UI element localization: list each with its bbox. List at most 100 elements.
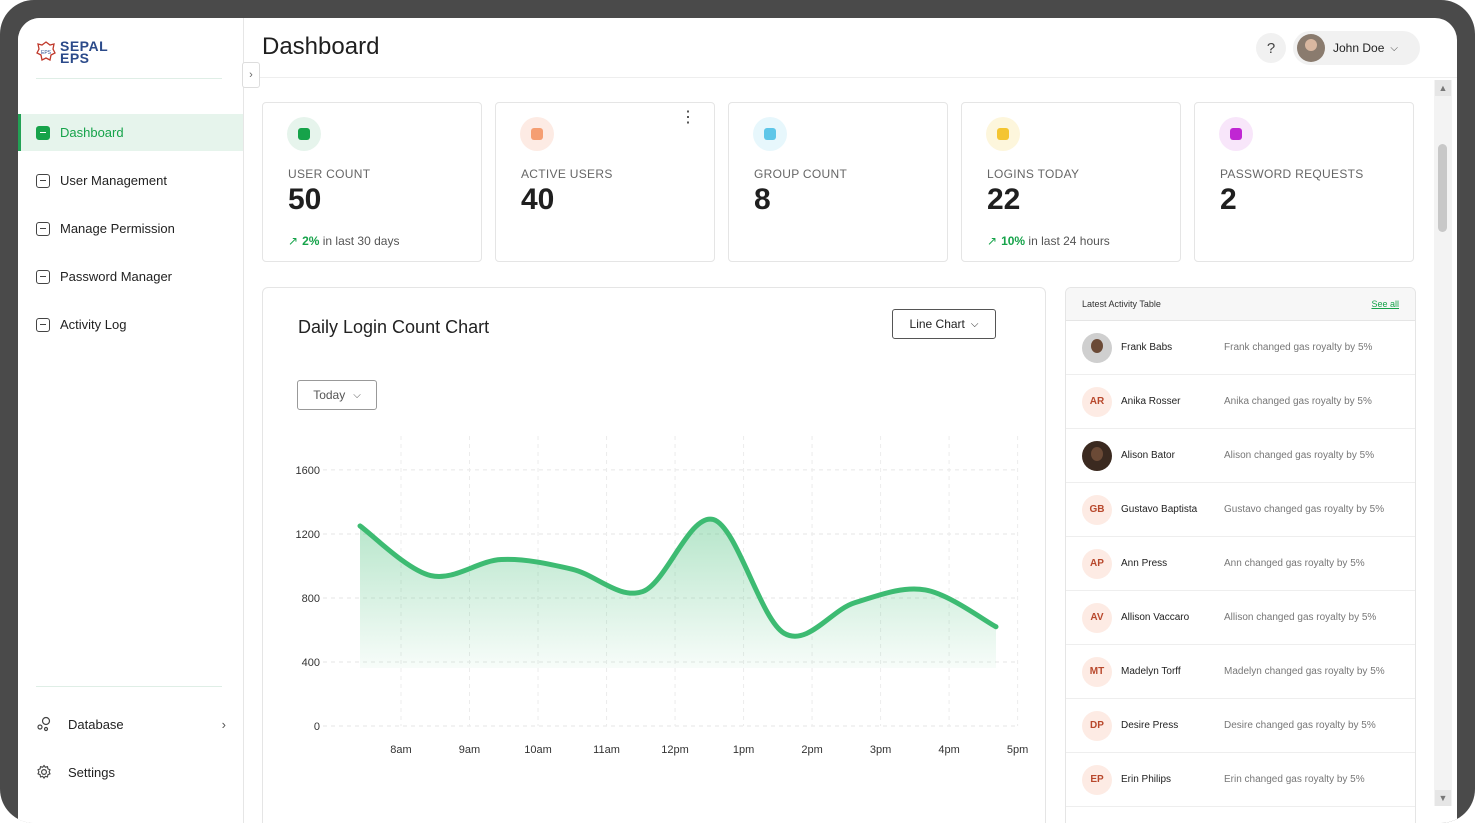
divider: [36, 78, 222, 79]
svg-text:EPS: EPS: [41, 50, 52, 56]
user-menu-button[interactable]: John Doe ⌵: [1293, 31, 1420, 65]
avatar: [1082, 332, 1112, 363]
sidebar-item-database[interactable]: Database ›: [36, 706, 226, 742]
sidebar-item-activity-log[interactable]: Activity Log: [18, 306, 243, 343]
stat-card-password-requests: PASSWORD REQUESTS 2: [1194, 102, 1414, 262]
activity-card: Latest Activity Table See all Frank Babs…: [1065, 287, 1416, 823]
x-tick-label: 2pm: [801, 744, 822, 756]
avatar: GB: [1082, 494, 1112, 525]
stat-trend: ↗ 10% in last 24 hours: [987, 234, 1110, 248]
stat-label: GROUP COUNT: [754, 167, 848, 181]
app-window: EPS SEPAL EPS Dashboard User Management Ma…: [18, 18, 1457, 823]
y-tick-label: 1200: [296, 529, 320, 541]
list-item[interactable]: Frank Babs Frank changed gas royalty by 5…: [1066, 321, 1415, 375]
stat-card-group-count: GROUP COUNT 8: [728, 102, 948, 262]
stat-label: PASSWORD REQUESTS: [1220, 167, 1364, 181]
list-item[interactable]: MT Madelyn Torff Madelyn changed gas royal…: [1066, 645, 1415, 699]
more-options-icon[interactable]: ⋮: [680, 110, 696, 126]
stat-value: 22: [987, 183, 1021, 216]
stat-label: ACTIVE USERS: [521, 167, 613, 181]
stat-value: 40: [521, 183, 555, 216]
activity-description: Allison changed gas royalty by 5%: [1224, 612, 1377, 623]
dashboard-icon: [36, 125, 50, 140]
chevron-right-icon: ›: [221, 716, 226, 732]
avatar: EP: [1082, 764, 1112, 795]
list-item[interactable]: EP Erin Philips Erin changed gas royalty b…: [1066, 753, 1415, 807]
activity-user-name: Erin Philips: [1121, 774, 1172, 785]
list-item[interactable]: GB Gustavo Baptista Gustavo changed gas ro…: [1066, 483, 1415, 537]
activity-user-name: Madelyn Torff: [1121, 666, 1181, 677]
chart-card: Daily Login Count Chart Line Chart ⌵ Tod…: [262, 287, 1046, 823]
list-item[interactable]: Alison Bator Alison changed gas royalty b…: [1066, 429, 1415, 483]
logo-icon: EPS: [36, 41, 56, 61]
trend-percent: 10%: [1001, 234, 1026, 248]
sidebar-item-label: Database: [68, 716, 124, 732]
stat-value: 50: [288, 183, 322, 216]
sidebar-item-label: User Management: [60, 173, 167, 188]
scroll-down-arrow-icon[interactable]: ▼: [1435, 790, 1451, 806]
activity-header: Latest Activity Table See all: [1066, 288, 1415, 321]
stat-value: 8: [754, 183, 771, 216]
stat-trend: ↗ 2% in last 30 days: [288, 234, 399, 248]
divider: [36, 686, 222, 687]
sidebar-item-password-manager[interactable]: Password Manager: [18, 258, 243, 295]
activity-user-name: Alison Bator: [1121, 450, 1175, 461]
stat-icon: [287, 117, 321, 151]
x-tick-label: 4pm: [938, 744, 959, 756]
header: Dashboard ? John Doe ⌵: [244, 18, 1457, 78]
activity-description: Anika changed gas royalty by 5%: [1224, 396, 1372, 407]
device-frame: EPS SEPAL EPS Dashboard User Management Ma…: [0, 0, 1475, 823]
sidebar-item-label: Settings: [68, 764, 115, 780]
sidebar-item-settings[interactable]: Settings: [36, 754, 226, 790]
stat-icon: [1219, 117, 1253, 151]
avatar: AP: [1082, 548, 1112, 579]
activity-user-name: Anika Rosser: [1121, 396, 1181, 407]
activity-user-name: Frank Babs: [1121, 342, 1173, 353]
trend-up-icon: ↗: [987, 234, 998, 248]
activity-title: Latest Activity Table: [1082, 299, 1161, 309]
sidebar-item-user-management[interactable]: User Management: [18, 162, 243, 199]
see-all-link[interactable]: See all: [1371, 299, 1399, 309]
sidebar-footer: Database › Settings: [36, 706, 226, 802]
login-chart: 0 400 800 1200 1600 8am 9am 10am 11am 12pm 1pm 2pm 3…: [296, 436, 1028, 756]
x-tick-label: 8am: [390, 744, 411, 756]
sidebar: EPS SEPAL EPS Dashboard User Management Ma…: [18, 18, 244, 823]
x-tick-label: 9am: [459, 744, 480, 756]
list-item[interactable]: DP Desire Press Desire changed gas royalty…: [1066, 699, 1415, 753]
chevron-right-icon: ›: [249, 69, 253, 81]
x-tick-label: 11am: [593, 744, 620, 756]
page-title: Dashboard: [262, 33, 380, 60]
x-tick-label: 10am: [524, 744, 552, 756]
sidebar-item-manage-permission[interactable]: Manage Permission: [18, 210, 243, 247]
stat-card-active-users: ACTIVE USERS 40 ⋮: [495, 102, 715, 262]
trend-text: in last 24 hours: [1025, 234, 1110, 248]
activity-description: Alison changed gas royalty by 5%: [1224, 450, 1375, 461]
stat-icon: [520, 117, 554, 151]
scroll-up-arrow-icon[interactable]: ▲: [1435, 80, 1451, 96]
activity-description: Frank changed gas royalty by 5%: [1224, 342, 1373, 353]
sidebar-collapse-button[interactable]: ›: [242, 62, 260, 88]
trend-percent: 2%: [302, 234, 320, 248]
x-tick-label: 12pm: [661, 744, 689, 756]
list-item[interactable]: AR Anika Rosser Anika changed gas royalty …: [1066, 375, 1415, 429]
scrollbar[interactable]: ▲ ▼: [1434, 80, 1452, 806]
sidebar-item-label: Manage Permission: [60, 221, 175, 236]
y-tick-label: 800: [302, 593, 320, 605]
activity-description: Madelyn changed gas royalty by 5%: [1224, 666, 1385, 677]
help-button[interactable]: ?: [1256, 33, 1286, 63]
avatar: DP: [1082, 710, 1112, 741]
avatar: [1297, 34, 1325, 62]
activity-user-name: Allison Vaccaro: [1121, 612, 1190, 623]
brand-logo: EPS SEPAL EPS: [36, 38, 109, 66]
list-item[interactable]: AV Allison Vaccaro Allison changed gas roy…: [1066, 591, 1415, 645]
sidebar-item-dashboard[interactable]: Dashboard: [18, 114, 243, 151]
x-tick-label: 5pm: [1007, 744, 1028, 756]
logo-text: SEPAL EPS: [60, 38, 109, 66]
scrollbar-thumb[interactable]: [1438, 144, 1447, 232]
help-icon: ?: [1266, 39, 1276, 57]
stat-label: LOGINS TODAY: [987, 167, 1080, 181]
list-item[interactable]: AP Ann Press Ann changed gas royalty by 5%: [1066, 537, 1415, 591]
y-tick-label: 400: [302, 657, 320, 669]
gear-icon: [36, 764, 52, 780]
avatar: AV: [1082, 602, 1112, 633]
